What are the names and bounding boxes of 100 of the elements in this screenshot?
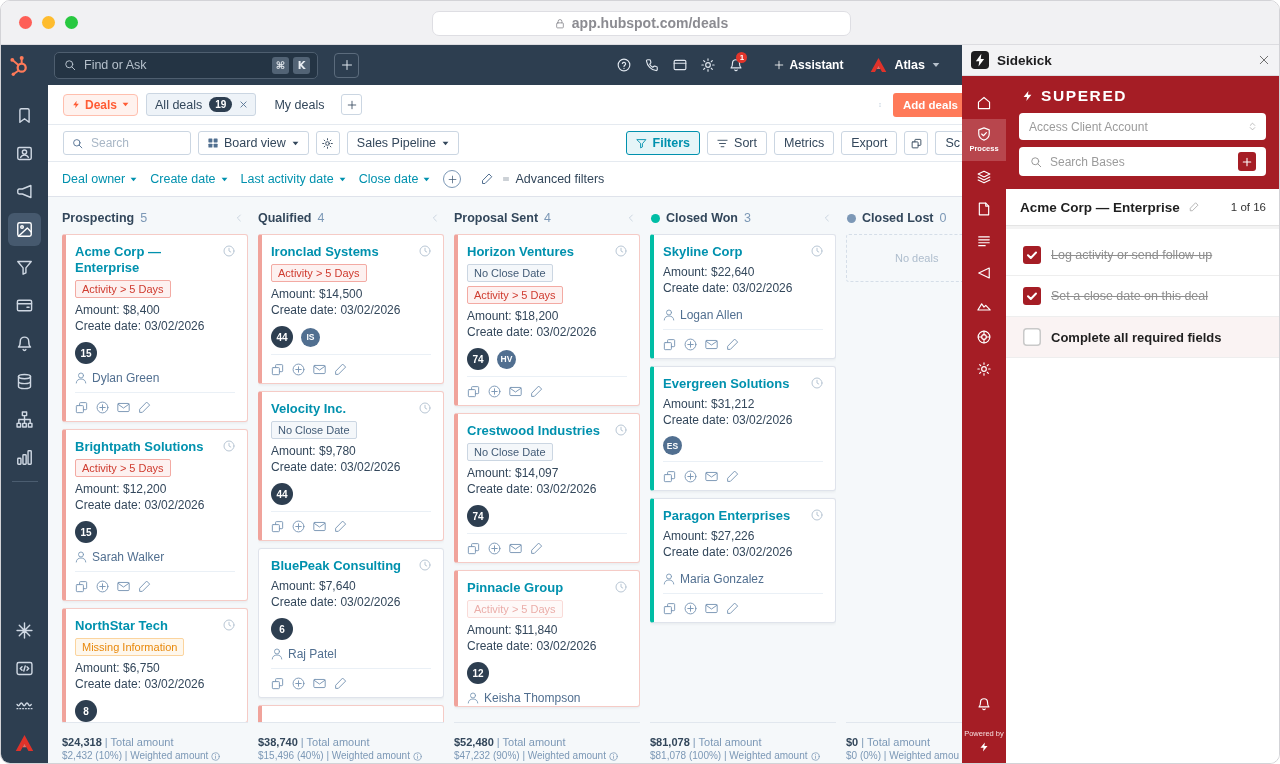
search-field[interactable]: Search Bases	[1019, 147, 1266, 176]
mail-icon[interactable]	[313, 520, 326, 533]
mail-icon[interactable]	[705, 470, 718, 483]
add-circle-icon[interactable]	[96, 401, 109, 414]
duplicate-button[interactable]	[904, 131, 929, 155]
create-button[interactable]	[334, 52, 359, 78]
mail-icon[interactable]	[509, 542, 522, 555]
mail-icon[interactable]	[117, 580, 130, 593]
deal-card[interactable]: Brightpath Solutions Activity > 5 Days Amount: $12,200 Create date: 03/02/2026 15 Sarah Walker	[62, 429, 248, 601]
add-circle-icon[interactable]	[292, 677, 305, 690]
sun-icon[interactable]	[701, 58, 716, 72]
deal-card[interactable]: Skyline Corp Amount: $22,640 Create date: 03/02/2026 Logan Allen	[650, 234, 836, 359]
deal-card[interactable]: Paragon Enterprises Amount: $27,226 Create date: 03/02/2026 Maria Gonzalez	[650, 498, 836, 623]
deal-card[interactable]: Pinnacle Group Activity > 5 Days Amount: $11,840 Create date: 03/02/2026 12 Keisha Thompson	[454, 570, 640, 707]
deal-card[interactable]: Crestwood Industries No Close Date Amount: $14,097 Create date: 03/02/2026 74	[454, 413, 640, 563]
advanced-filters-button[interactable]: Advanced filters	[502, 172, 605, 186]
add-circle-icon[interactable]	[684, 338, 697, 351]
sort-button[interactable]: Sort	[707, 131, 767, 155]
deal-card[interactable]: Evergreen Solutions Amount: $31,212 Create date: 03/02/2026 ES	[650, 366, 836, 491]
info-icon[interactable]	[608, 751, 618, 761]
board-options-button[interactable]	[315, 131, 340, 155]
close-window-button[interactable]	[19, 16, 32, 29]
copy-icon[interactable]	[75, 580, 88, 593]
add-circle-icon[interactable]	[96, 580, 109, 593]
mail-icon[interactable]	[313, 363, 326, 376]
filter-dropdown[interactable]: Deal owner	[62, 172, 138, 186]
deal-name[interactable]: Crestwood Industries	[467, 423, 607, 439]
nav-button[interactable]	[8, 212, 41, 246]
deal-name[interactable]: Horizon Ventures	[467, 244, 607, 260]
checkbox[interactable]	[1023, 246, 1041, 264]
assistant-button[interactable]: Assistant	[774, 58, 844, 72]
clock-icon[interactable]	[419, 402, 431, 414]
pencil-icon[interactable]	[138, 401, 151, 414]
deal-name[interactable]: Skyline Corp	[663, 244, 803, 260]
deal-name[interactable]: Ironclad Systems	[271, 244, 411, 260]
copy-icon[interactable]	[663, 470, 676, 483]
copy-icon[interactable]	[271, 520, 284, 533]
deal-name[interactable]: Velocity Inc.	[271, 401, 411, 417]
minimize-window-button[interactable]	[42, 16, 55, 29]
pencil-icon[interactable]	[334, 677, 347, 690]
view-tab[interactable]: My deals	[265, 93, 334, 116]
zoom-window-button[interactable]	[65, 16, 78, 29]
pencil-icon[interactable]	[334, 520, 347, 533]
copy-icon[interactable]	[663, 338, 676, 351]
deal-card[interactable]: Velocity Inc. No Close Date Amount: $9,780 Create date: 03/02/2026 44	[258, 391, 444, 541]
info-icon[interactable]	[412, 751, 422, 761]
copy-icon[interactable]	[75, 401, 88, 414]
toolbar-button[interactable]: Export	[841, 131, 898, 155]
deal-name[interactable]: Evergreen Solutions	[663, 376, 803, 392]
pencil-icon[interactable]	[481, 173, 494, 185]
phone-icon[interactable]	[645, 58, 660, 72]
pencil-icon[interactable]	[726, 470, 739, 483]
copy-icon[interactable]	[271, 363, 284, 376]
deal-card[interactable]: Horizon Ventures No Close Date Activity > 5 Days Amount: $18,200 Create date: 03/02/2026 74 HV	[454, 234, 640, 406]
checklist-item[interactable]: Complete all required fields	[1006, 317, 1279, 358]
info-icon[interactable]	[211, 751, 221, 761]
deal-card[interactable]: BluePeak Consulting Amount: $7,640 Create date: 03/02/2026 6 Raj Patel	[258, 548, 444, 698]
copy-icon[interactable]	[271, 677, 284, 690]
mail-icon[interactable]	[313, 677, 326, 690]
clock-icon[interactable]	[419, 559, 431, 571]
deal-name[interactable]: Paragon Enterprises	[663, 508, 803, 524]
add-circle-icon[interactable]	[488, 542, 501, 555]
clock-icon[interactable]	[811, 509, 823, 521]
copy-icon[interactable]	[467, 542, 480, 555]
add-circle-icon[interactable]	[292, 363, 305, 376]
pencil-icon[interactable]	[726, 338, 739, 351]
copy-icon[interactable]	[467, 385, 480, 398]
clock-icon[interactable]	[811, 377, 823, 389]
pencil-icon[interactable]	[334, 363, 347, 376]
checkbox[interactable]	[1023, 328, 1041, 346]
view-menu[interactable]: Board view	[198, 131, 309, 155]
clock-icon[interactable]	[223, 619, 235, 631]
view-tab[interactable]: All deals 19	[146, 93, 257, 116]
sprocket-logo[interactable]	[9, 54, 30, 76]
help-icon[interactable]	[617, 58, 632, 72]
filter-dropdown[interactable]: Last activity date	[240, 172, 346, 186]
clock-icon[interactable]	[419, 245, 431, 257]
clock-icon[interactable]	[615, 245, 627, 257]
deal-name[interactable]: Pinnacle Group	[467, 580, 607, 596]
info-icon[interactable]	[810, 751, 820, 761]
bell-icon[interactable]	[977, 697, 991, 711]
copy-icon[interactable]	[663, 602, 676, 615]
triangle-logo[interactable]	[15, 734, 34, 752]
account-menu[interactable]: Atlas	[870, 57, 940, 73]
add-circle-icon[interactable]	[292, 520, 305, 533]
clock-icon[interactable]	[223, 440, 235, 452]
deal-card[interactable]: Acme Corp — Enterprise Activity > 5 Days Amount: $8,400 Create date: 03/02/2026 15 Dylan Green	[62, 234, 248, 422]
add-circle-icon[interactable]	[684, 470, 697, 483]
window-icon[interactable]	[673, 58, 688, 72]
filter-dropdown[interactable]: Create date	[150, 172, 228, 186]
clock-icon[interactable]	[615, 424, 627, 436]
add-circle-icon[interactable]	[684, 602, 697, 615]
pencil-icon[interactable]	[530, 385, 543, 398]
filter-dropdown[interactable]: Close date	[358, 172, 431, 186]
checkbox[interactable]	[1023, 287, 1041, 305]
close-icon[interactable]	[1259, 55, 1269, 65]
deal-name[interactable]: Acme Corp — Enterprise	[75, 244, 215, 276]
close-icon[interactable]	[240, 101, 248, 108]
deal-name[interactable]: NorthStar Tech	[75, 618, 215, 634]
add-circle-icon[interactable]	[488, 385, 501, 398]
